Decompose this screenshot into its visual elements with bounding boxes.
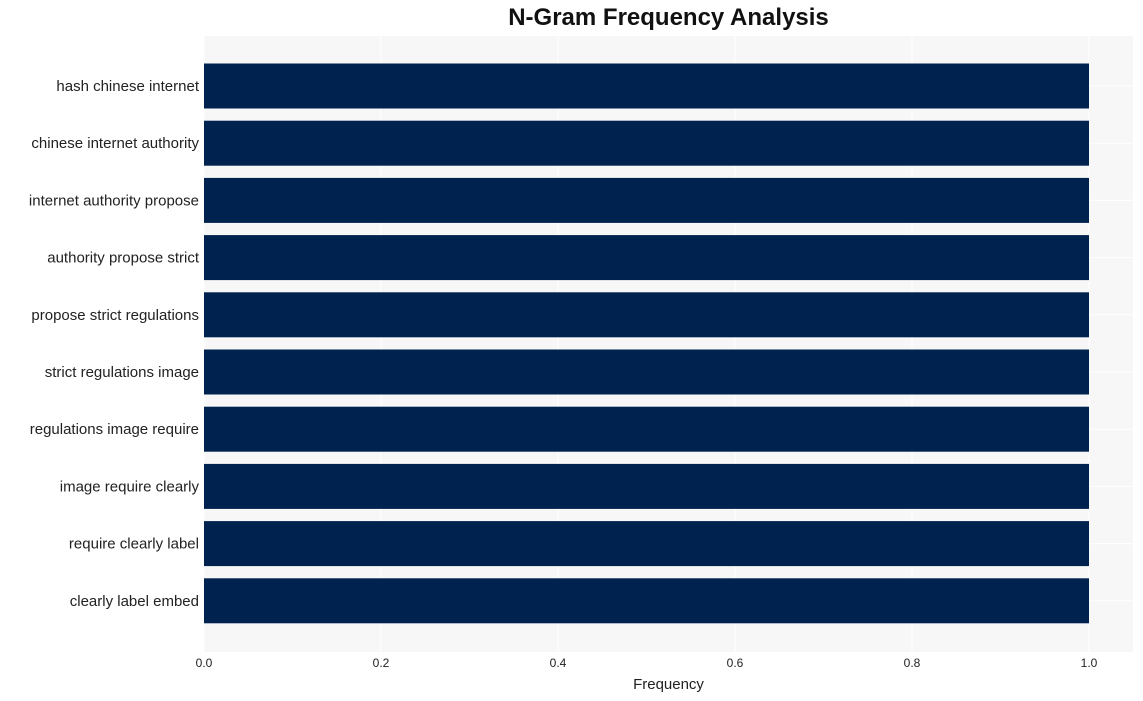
bar <box>204 521 1089 567</box>
y-axis-labels: hash chinese internet chinese internet au… <box>29 78 200 610</box>
x-tick-label: 0.6 <box>727 656 744 670</box>
x-axis-label: Frequency <box>633 676 704 693</box>
x-tick-label: 0.0 <box>196 656 213 670</box>
bar <box>204 292 1089 338</box>
bar <box>204 177 1089 223</box>
y-tick-label: require clearly label <box>69 536 199 553</box>
x-tick-label: 0.4 <box>550 656 567 670</box>
y-tick-label: image require clearly <box>60 478 200 495</box>
x-tick-label: 0.2 <box>373 656 390 670</box>
bar <box>204 235 1089 281</box>
bar <box>204 463 1089 509</box>
x-tick-label: 0.8 <box>904 656 921 670</box>
x-axis-ticks: 0.0 0.2 0.4 0.6 0.8 1.0 <box>196 656 1098 670</box>
bar-chart: hash chinese internet chinese internet au… <box>29 36 1133 693</box>
bar <box>204 406 1089 452</box>
y-tick-label: chinese internet authority <box>31 135 199 152</box>
bar <box>204 578 1089 624</box>
y-tick-label: propose strict regulations <box>31 307 199 324</box>
y-tick-label: regulations image require <box>30 421 199 438</box>
y-tick-label: internet authority propose <box>29 192 199 209</box>
y-tick-label: authority propose strict <box>47 250 200 267</box>
bar <box>204 120 1089 166</box>
y-tick-label: strict regulations image <box>45 364 199 381</box>
bar <box>204 63 1089 109</box>
bar <box>204 349 1089 395</box>
y-tick-label: clearly label embed <box>70 593 199 610</box>
y-tick-label: hash chinese internet <box>56 78 199 95</box>
x-tick-label: 1.0 <box>1081 656 1098 670</box>
